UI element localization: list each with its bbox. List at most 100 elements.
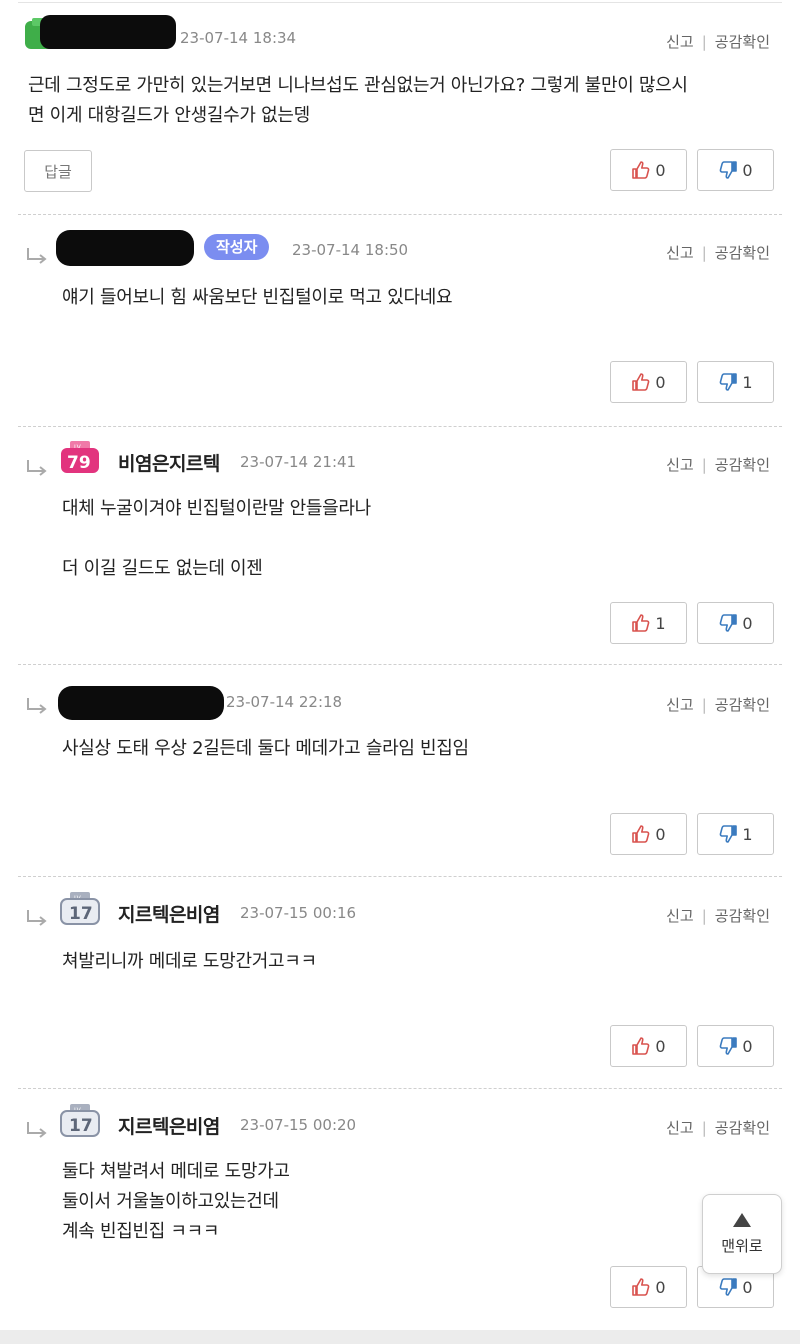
level-badge: LV 17 (60, 892, 100, 926)
thumbs-up-icon (631, 1036, 651, 1056)
svg-text:17: 17 (69, 1116, 93, 1136)
sympathy-link[interactable]: 공감확인 (715, 1119, 770, 1137)
thumbs-up-icon (631, 824, 651, 844)
thumbs-down-icon (718, 613, 738, 633)
reply-arrow-icon (26, 1122, 48, 1138)
like-count: 1 (655, 613, 666, 633)
thumbs-down-icon (718, 160, 738, 180)
comment-text: 대체 누굴이겨야 빈집털이란말 안들을라나 더 이길 길드도 없는데 이젠 (62, 498, 371, 579)
action-separator: | (701, 456, 707, 474)
bottom-bar (0, 1330, 800, 1344)
thumbs-down-icon (718, 1277, 738, 1297)
action-separator: | (701, 696, 707, 714)
report-link[interactable]: 신고 (666, 1119, 694, 1137)
comment-date: 23-07-14 18:50 (292, 241, 409, 259)
dislike-count: 0 (742, 160, 753, 180)
report-link[interactable]: 신고 (666, 696, 694, 714)
action-separator: | (701, 1119, 707, 1137)
reply-arrow-icon (26, 248, 48, 264)
comment-date: 23-07-15 00:20 (240, 1116, 357, 1134)
comment-nickname[interactable]: 비염은지르텍 (118, 449, 220, 476)
comment-actions: 신고 | 공감확인 (666, 1117, 770, 1138)
action-separator: | (701, 244, 707, 262)
thumbs-down-icon (718, 824, 738, 844)
like-count: 0 (655, 824, 666, 844)
action-separator: | (701, 33, 707, 51)
dislike-button[interactable]: 1 (697, 361, 774, 403)
reply-arrow-icon (26, 460, 48, 476)
comment-2: 작성자 23-07-14 18:50 신고 | 공감확인 얘기 들어보니 힘 싸움보… (0, 214, 800, 426)
thumbs-down-icon (718, 1036, 738, 1056)
comment-actions: 신고 | 공감확인 (666, 905, 770, 926)
like-button[interactable]: 0 (610, 813, 687, 855)
dislike-button[interactable]: 1 (697, 813, 774, 855)
comment-date: 23-07-14 22:18 (226, 693, 343, 711)
triangle-up-icon (733, 1212, 751, 1227)
action-separator: | (701, 907, 707, 925)
comment-text: 사실상 도태 우상 2길든데 둘다 메데가고 슬라임 빈집임 (62, 738, 469, 759)
report-link[interactable]: 신고 (666, 33, 694, 51)
comment-text: 근데 그정도로 가만히 있는거보면 니나브섭도 관심없는거 아닌가요? 그렇게 … (28, 75, 688, 126)
reply-arrow-icon (26, 910, 48, 926)
dislike-count: 0 (742, 1277, 753, 1297)
like-count: 0 (655, 1277, 666, 1297)
sympathy-link[interactable]: 공감확인 (715, 907, 770, 925)
comment-text: 얘기 들어보니 힘 싸움보단 빈집털이로 먹고 있다네요 (62, 287, 453, 308)
comment-actions: 신고 | 공감확인 (666, 242, 770, 263)
comment-4: 23-07-14 22:18 신고 | 공감확인 사실상 도태 우상 2길든데 둘다… (0, 664, 800, 876)
comment-date: 23-07-14 21:41 (240, 453, 357, 471)
comment-actions: 신고 | 공감확인 (666, 694, 770, 715)
report-link[interactable]: 신고 (666, 456, 694, 474)
redacted-nickname (56, 230, 194, 266)
dislike-button[interactable]: 0 (697, 1025, 774, 1067)
comment-date: 23-07-15 00:16 (240, 904, 357, 922)
thumbs-up-icon (631, 613, 651, 633)
report-link[interactable]: 신고 (666, 907, 694, 925)
reply-button[interactable]: 답글 (24, 150, 92, 192)
dislike-button[interactable]: 0 (697, 149, 774, 191)
level-badge: LV 79 (60, 441, 100, 475)
sympathy-link[interactable]: 공감확인 (715, 696, 770, 714)
level-badge: LV 17 (60, 1104, 100, 1138)
thumbs-up-icon (631, 372, 651, 392)
like-count: 0 (655, 160, 666, 180)
redacted-nickname (40, 15, 176, 49)
like-button[interactable]: 1 (610, 602, 687, 644)
dislike-count: 1 (742, 824, 753, 844)
comment-nickname[interactable]: 지르텍은비염 (118, 900, 220, 927)
sympathy-link[interactable]: 공감확인 (715, 456, 770, 474)
like-button[interactable]: 0 (610, 149, 687, 191)
like-button[interactable]: 0 (610, 1025, 687, 1067)
like-count: 0 (655, 1036, 666, 1056)
reply-arrow-icon (26, 698, 48, 714)
comment-1: 3 23-07-14 18:34 신고|공감확인 근데 그정도로 가만히 있는거… (0, 0, 800, 214)
dislike-count: 0 (742, 1036, 753, 1056)
scroll-to-top-button[interactable]: 맨위로 (702, 1194, 782, 1274)
comment-date: 23-07-14 18:34 (180, 29, 297, 47)
svg-text:17: 17 (69, 904, 93, 924)
comment-nickname[interactable]: 지르텍은비염 (118, 1112, 220, 1139)
comment-6: LV 17 지르텍은비염 23-07-15 00:20 신고 | 공감확인 둘다 쳐… (0, 1088, 800, 1330)
sympathy-link[interactable]: 공감확인 (715, 33, 770, 51)
redacted-nickname (58, 686, 224, 720)
reply-button-label: 답글 (44, 162, 72, 181)
comment-actions: 신고 | 공감확인 (666, 31, 770, 52)
comment-text: 쳐발리니까 메데로 도망간거고ㅋㅋ (62, 951, 317, 972)
thumbs-down-icon (718, 372, 738, 392)
svg-text:79: 79 (67, 453, 91, 473)
like-button[interactable]: 0 (610, 361, 687, 403)
comment-3: LV 79 비염은지르텍 23-07-14 21:41 신고 | 공감확인 대체 누… (0, 426, 800, 664)
dislike-button[interactable]: 0 (697, 602, 774, 644)
comment-5: LV 17 지르텍은비염 23-07-15 00:16 신고 | 공감확인 쳐발리니… (0, 876, 800, 1088)
report-link[interactable]: 신고 (666, 244, 694, 262)
comment-text: 둘다 쳐발려서 메데로 도망가고 둘이서 거울놀이하고있는건데 계속 빈집빈집 … (62, 1161, 290, 1242)
author-badge: 작성자 (204, 234, 270, 260)
comment-actions: 신고 | 공감확인 (666, 454, 770, 475)
sympathy-link[interactable]: 공감확인 (715, 244, 770, 262)
thumbs-up-icon (631, 160, 651, 180)
thumbs-up-icon (631, 1277, 651, 1297)
dislike-count: 1 (742, 372, 753, 392)
like-button[interactable]: 0 (610, 1266, 687, 1308)
scroll-to-top-label: 맨위로 (721, 1236, 763, 1255)
dislike-count: 0 (742, 613, 753, 633)
